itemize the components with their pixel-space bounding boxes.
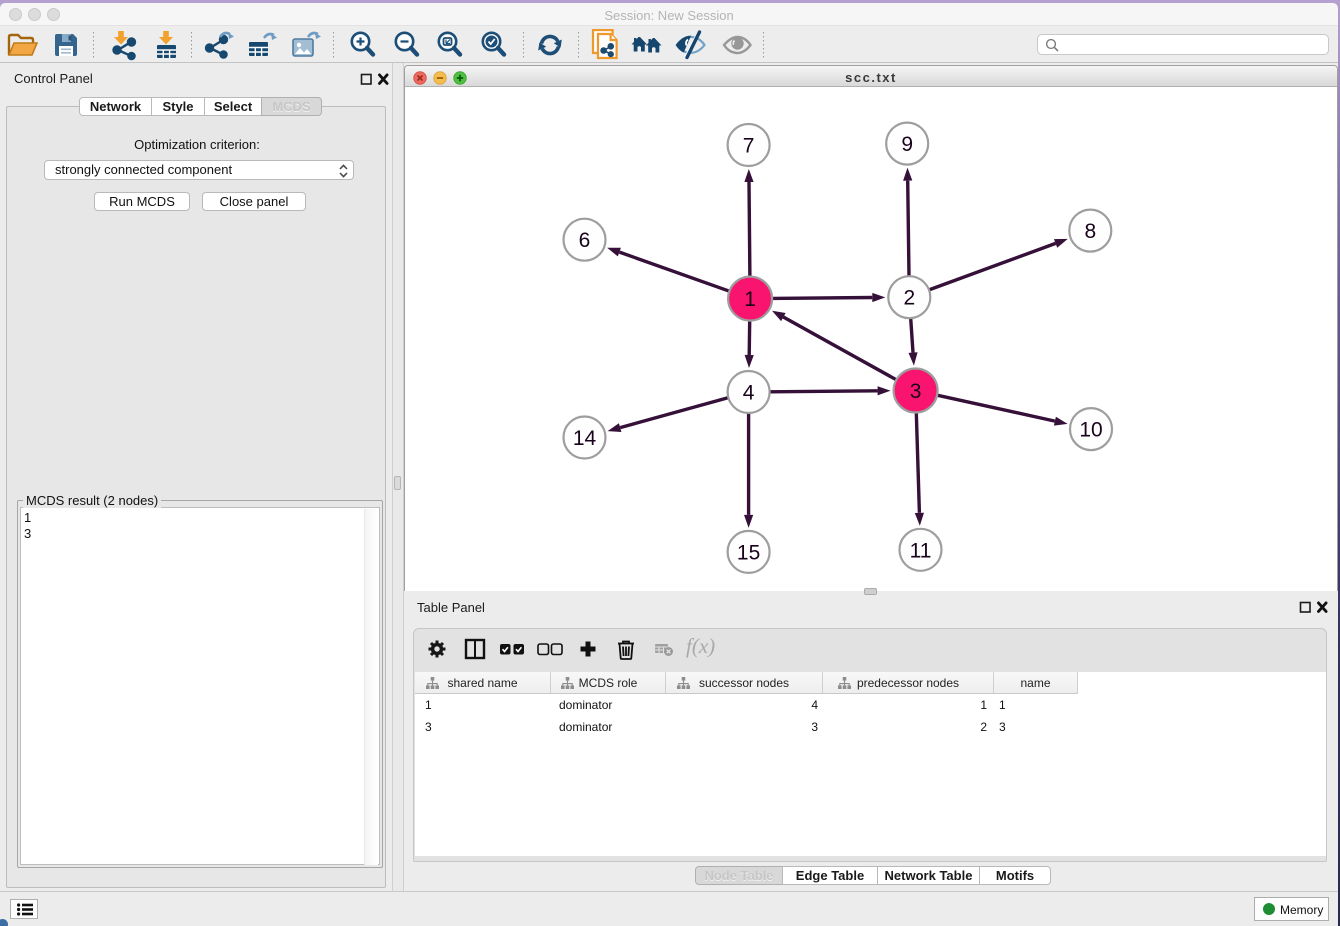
svg-text:4: 4	[743, 382, 755, 405]
svg-text:9: 9	[901, 133, 913, 156]
svg-text:15: 15	[737, 541, 760, 564]
svg-text:10: 10	[1079, 419, 1102, 442]
svg-text:2: 2	[903, 287, 915, 310]
svg-text:1: 1	[744, 288, 756, 311]
svg-text:3: 3	[910, 380, 922, 403]
svg-text:8: 8	[1084, 220, 1096, 243]
svg-text:11: 11	[910, 539, 932, 562]
svg-text:6: 6	[579, 229, 591, 252]
svg-text:7: 7	[743, 135, 755, 158]
svg-text:14: 14	[573, 427, 597, 450]
